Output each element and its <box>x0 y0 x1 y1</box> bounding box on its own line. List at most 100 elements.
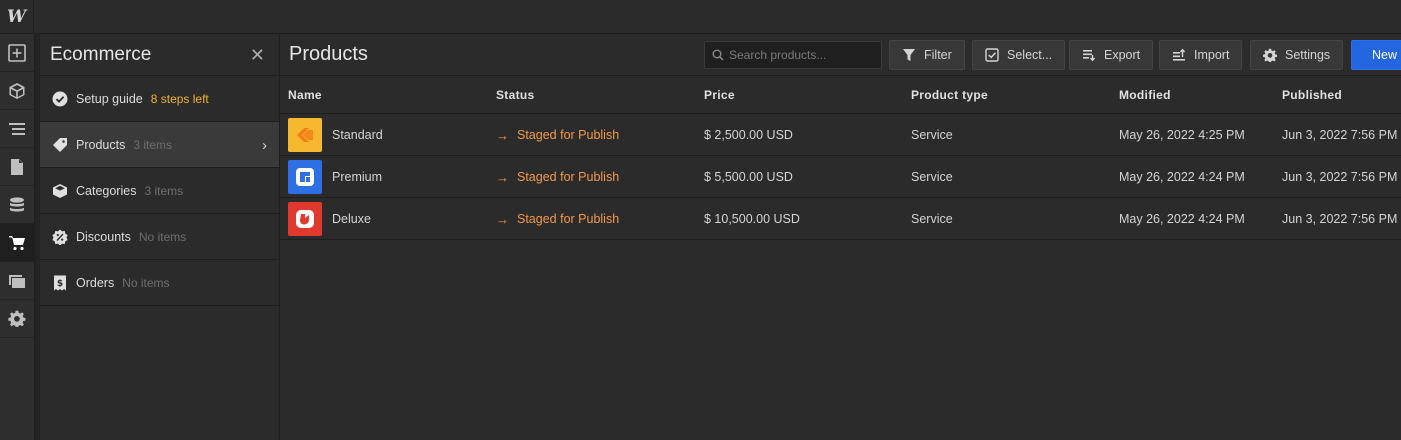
ecommerce-panel: Ecommerce ✕ Setup guide 8 steps left Pro… <box>40 34 280 440</box>
box-icon <box>52 183 68 199</box>
price-cell: $ 10,500.00 USD <box>704 212 800 226</box>
search-icon <box>712 49 724 61</box>
table-row[interactable]: Premium → Staged for Publish $ 5,500.00 … <box>280 156 1401 198</box>
webflow-logo[interactable]: W <box>0 0 34 34</box>
column-status[interactable]: Status <box>496 88 534 102</box>
price-cell: $ 2,500.00 USD <box>704 128 793 142</box>
export-label: Export <box>1104 48 1141 62</box>
standard-logo-icon <box>297 128 313 142</box>
arrow-right-icon: → <box>496 169 509 185</box>
arrow-right-icon: → <box>496 127 509 143</box>
import-button[interactable]: Import <box>1159 40 1243 70</box>
new-product-button[interactable]: New <box>1351 40 1401 70</box>
import-icon <box>1173 48 1186 61</box>
checkbox-icon <box>985 48 999 62</box>
settings-button[interactable]: Settings <box>1250 40 1344 70</box>
panel-item-count: No items <box>122 275 170 290</box>
product-type-cell: Service <box>911 212 953 226</box>
deluxe-logo-icon <box>296 210 314 228</box>
product-name: Premium <box>332 170 383 184</box>
product-thumbnail <box>288 160 322 194</box>
select-button[interactable]: Select... <box>972 40 1066 70</box>
product-type-cell: Service <box>911 170 953 184</box>
filter-label: Filter <box>924 48 952 62</box>
discount-icon <box>52 229 68 245</box>
table-row[interactable]: Deluxe → Staged for Publish $ 10,500.00 … <box>280 198 1401 240</box>
panel-item-label: Products <box>76 137 126 152</box>
status-text: Staged for Publish <box>517 212 620 226</box>
column-price[interactable]: Price <box>704 88 735 102</box>
close-icon[interactable]: ✕ <box>250 46 265 64</box>
tag-icon <box>52 137 68 153</box>
add-icon[interactable] <box>0 34 34 72</box>
search-box[interactable] <box>704 41 882 69</box>
assets-icon[interactable] <box>0 262 34 300</box>
panel-item-count: 3 items <box>144 183 184 198</box>
panel-item-products[interactable]: Products 3 items › <box>40 122 279 168</box>
panel-item-label: Orders <box>76 275 115 290</box>
product-thumbnail <box>288 202 322 236</box>
new-label: New <box>1372 48 1398 62</box>
status-text: Staged for Publish <box>517 170 620 184</box>
chevron-right-icon: › <box>262 137 267 154</box>
column-product-type[interactable]: Product type <box>911 88 988 102</box>
panel-item-label: Discounts <box>76 229 131 244</box>
table-header: Name Status Price Product type Modified … <box>280 76 1401 114</box>
products-view: Products Filter Select... Export Import … <box>280 34 1401 440</box>
search-input[interactable] <box>729 48 869 62</box>
modified-cell: May 26, 2022 4:24 PM <box>1119 212 1245 226</box>
panel-item-setup-guide[interactable]: Setup guide 8 steps left <box>40 76 279 122</box>
panel-item-categories[interactable]: Categories 3 items <box>40 168 279 214</box>
filter-button[interactable]: Filter <box>889 40 965 70</box>
status-cell: → Staged for Publish <box>496 156 619 198</box>
product-type-cell: Service <box>911 128 953 142</box>
table-row[interactable]: Standard → Staged for Publish $ 2,500.00… <box>280 114 1401 156</box>
pages-icon[interactable] <box>0 148 34 186</box>
svg-text:$: $ <box>57 279 63 289</box>
panel-item-count: 8 steps left <box>150 91 209 106</box>
modified-cell: May 26, 2022 4:25 PM <box>1119 128 1245 142</box>
settings-label: Settings <box>1285 48 1331 62</box>
panel-item-orders[interactable]: $ Orders No items <box>40 260 279 306</box>
modified-cell: May 26, 2022 4:24 PM <box>1119 170 1245 184</box>
select-label: Select... <box>1007 48 1053 62</box>
column-published[interactable]: Published <box>1282 88 1342 102</box>
product-name-cell: Premium <box>288 156 382 198</box>
cms-icon[interactable] <box>0 186 34 224</box>
product-name: Deluxe <box>332 212 371 226</box>
receipt-icon: $ <box>52 275 68 291</box>
status-text: Staged for Publish <box>517 128 620 142</box>
export-icon <box>1083 50 1096 62</box>
navigator-icon[interactable] <box>0 110 34 148</box>
top-bar: W <box>0 0 1401 34</box>
check-circle-icon <box>52 91 68 107</box>
import-label: Import <box>1194 48 1230 62</box>
status-cell: → Staged for Publish <box>496 198 619 240</box>
panel-item-discounts[interactable]: Discounts No items <box>40 214 279 260</box>
column-name[interactable]: Name <box>288 88 322 102</box>
filter-icon <box>903 49 915 61</box>
cart-icon[interactable] <box>0 224 34 262</box>
panel-item-count: No items <box>138 229 187 244</box>
page-title: Products <box>289 43 368 65</box>
column-modified[interactable]: Modified <box>1119 88 1171 102</box>
product-thumbnail <box>288 118 322 152</box>
panel-title: Ecommerce <box>50 43 152 65</box>
export-button[interactable]: Export <box>1069 40 1154 70</box>
status-cell: → Staged for Publish <box>496 114 619 156</box>
panel-item-label: Setup guide <box>76 91 143 106</box>
published-cell: Jun 3, 2022 7:56 PM <box>1282 128 1398 142</box>
product-name-cell: Deluxe <box>288 198 371 240</box>
panel-item-label: Categories <box>76 183 137 198</box>
products-header: Products Filter Select... Export Import … <box>280 34 1401 76</box>
cube-icon[interactable] <box>0 72 34 110</box>
product-name: Standard <box>332 128 383 142</box>
panel-header: Ecommerce ✕ <box>40 34 279 76</box>
product-name-cell: Standard <box>288 114 383 156</box>
published-cell: Jun 3, 2022 7:56 PM <box>1282 212 1398 226</box>
premium-logo-icon <box>296 168 314 186</box>
left-toolbar <box>0 34 35 440</box>
settings-icon[interactable] <box>0 300 34 338</box>
price-cell: $ 5,500.00 USD <box>704 170 793 184</box>
arrow-right-icon: → <box>496 211 509 227</box>
